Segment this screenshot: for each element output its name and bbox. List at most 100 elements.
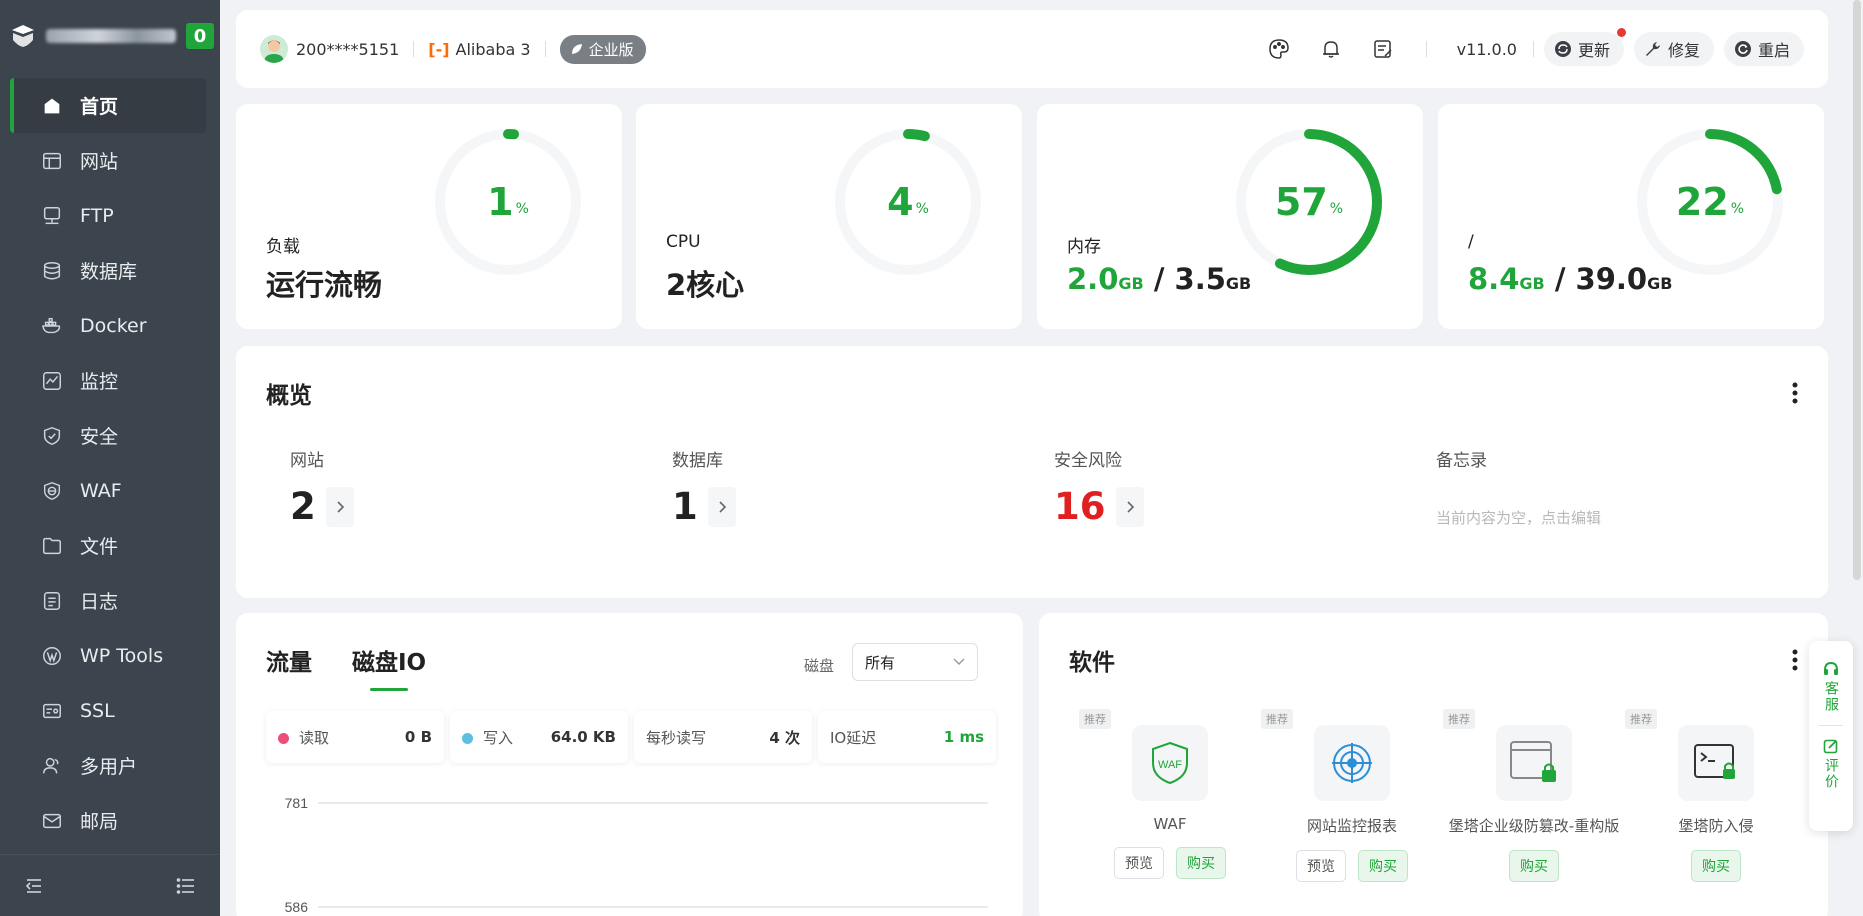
version-label[interactable]: v11.0.0 xyxy=(1457,40,1517,59)
bell-icon[interactable] xyxy=(1318,36,1344,62)
tab-disk-io[interactable]: 磁盘IO xyxy=(352,643,426,691)
memo-placeholder[interactable]: 当前内容为空，点击编辑 xyxy=(1436,507,1601,528)
page-scrollbar[interactable] xyxy=(1853,0,1861,580)
load-label: 负载 xyxy=(266,237,300,257)
cpu-card[interactable]: 4% CPU 2核心 xyxy=(636,104,1022,329)
divider xyxy=(1819,725,1843,726)
chevron-right-icon[interactable] xyxy=(1115,486,1144,527)
software-item-site-monitor[interactable]: 推荐 网站监控报表 预览 购买 xyxy=(1261,709,1443,882)
sidebar-item-security[interactable]: 安全 xyxy=(0,408,220,463)
chevron-right-icon[interactable] xyxy=(325,486,354,527)
divider xyxy=(413,41,415,57)
logo-icon xyxy=(12,25,34,47)
sidebar-item-wp-tools[interactable]: WP Tools xyxy=(0,628,220,683)
avatar[interactable] xyxy=(260,35,288,63)
overview-value: 2 xyxy=(290,485,354,528)
io-tabs: 流量 磁盘IO xyxy=(266,643,426,691)
edit-review-icon[interactable] xyxy=(1823,738,1839,754)
percent-unit: % xyxy=(1730,201,1745,217)
ftp-icon xyxy=(40,204,64,228)
sidebar-item-database[interactable]: 数据库 xyxy=(0,243,220,298)
percent-unit: % xyxy=(915,201,929,217)
cloud-provider[interactable]: Alibaba 3 xyxy=(456,40,531,59)
separator: / xyxy=(1153,262,1165,296)
sidebar-item-website[interactable]: 网站 xyxy=(0,133,220,188)
load-card[interactable]: 1% 负载 运行流畅 xyxy=(236,104,622,329)
chevron-right-icon[interactable] xyxy=(707,486,736,527)
sidebar-item-logs[interactable]: 日志 xyxy=(0,573,220,628)
percent-unit: % xyxy=(515,201,529,217)
io-panel: 流量 磁盘IO 磁盘 所有 读取 0 B 写入 64.0 KB 每秒读写 4 次… xyxy=(236,613,1023,916)
ssl-icon xyxy=(40,699,64,723)
sidebar-item-label: 首页 xyxy=(80,96,119,118)
sidebar-item-label: Docker xyxy=(80,314,147,337)
sidebar-item-mail[interactable]: 邮局 xyxy=(0,793,220,848)
overview-memo[interactable]: 备忘录 当前内容为空，点击编辑 xyxy=(1436,446,1601,528)
load-percent-value: 1 xyxy=(487,180,514,224)
more-options-icon[interactable] xyxy=(1792,382,1798,404)
repair-button[interactable]: 修复 xyxy=(1633,32,1714,66)
menu-list-icon[interactable] xyxy=(176,876,196,896)
buy-button[interactable]: 购买 xyxy=(1691,850,1741,882)
user-avatar-icon xyxy=(264,40,284,63)
software-name: WAF xyxy=(1153,815,1187,833)
size-unit: GB xyxy=(1118,274,1144,293)
io-read-stat: 读取 0 B xyxy=(266,711,444,763)
sidebar-item-label: 网站 xyxy=(80,151,119,173)
radar-icon[interactable] xyxy=(1314,725,1390,801)
sidebar-item-label: 多用户 xyxy=(80,756,138,778)
sidebar-item-multiuser[interactable]: 多用户 xyxy=(0,738,220,793)
more-options-icon[interactable] xyxy=(1792,649,1798,671)
divider xyxy=(1425,41,1427,57)
sidebar-item-waf[interactable]: WAF xyxy=(0,463,220,518)
overview-security-risk[interactable]: 安全风险 16 xyxy=(1054,446,1144,528)
memory-card[interactable]: 57% 内存 2.0GB / 3.5GB xyxy=(1037,104,1423,329)
notes-icon[interactable] xyxy=(1370,36,1396,62)
buy-button[interactable]: 购买 xyxy=(1509,850,1559,882)
sidebar-item-ssl[interactable]: SSL xyxy=(0,683,220,738)
write-label: 写入 xyxy=(483,728,514,747)
overview-websites[interactable]: 网站 2 xyxy=(290,446,354,528)
terminal-lock-icon[interactable] xyxy=(1678,725,1754,801)
message-count-badge[interactable]: 0 xyxy=(186,23,214,49)
cpu-percent: 4% xyxy=(832,126,984,278)
docker-icon xyxy=(40,314,64,338)
software-item-waf[interactable]: 推荐 WAF WAF 预览 购买 xyxy=(1079,709,1261,882)
software-item-tamper-proof[interactable]: 推荐 堡塔企业级防篡改-重构版 购买 xyxy=(1443,709,1625,882)
recommend-tag: 推荐 xyxy=(1079,709,1111,729)
collapse-sidebar-icon[interactable] xyxy=(24,876,44,896)
restart-button[interactable]: 重启 xyxy=(1723,32,1804,66)
buy-button[interactable]: 购买 xyxy=(1176,847,1226,879)
wordpress-icon xyxy=(40,644,64,668)
sidebar-item-label: WAF xyxy=(80,479,122,502)
software-name: 网站监控报表 xyxy=(1306,817,1397,835)
headset-icon[interactable] xyxy=(1823,661,1839,677)
update-button[interactable]: 更新 xyxy=(1543,28,1626,66)
sidebar-item-ftp[interactable]: FTP xyxy=(0,188,220,243)
preview-button[interactable]: 预览 xyxy=(1114,847,1164,879)
tamper-lock-icon[interactable] xyxy=(1496,725,1572,801)
disk-card[interactable]: 22% / 8.4GB / 39.0GB xyxy=(1438,104,1824,329)
user-account[interactable]: 200****5151 xyxy=(296,40,399,59)
sidebar-item-docker[interactable]: Docker xyxy=(0,298,220,353)
waf-shield-icon[interactable]: WAF xyxy=(1132,725,1208,801)
software-item-intrusion-prevention[interactable]: 推荐 堡塔防入侵 购买 xyxy=(1625,709,1807,882)
tab-traffic[interactable]: 流量 xyxy=(266,643,312,691)
percent-unit: % xyxy=(1329,201,1344,217)
sidebar-item-files[interactable]: 文件 xyxy=(0,518,220,573)
sidebar-item-monitor[interactable]: 监控 xyxy=(0,353,220,408)
sidebar-item-label: 数据库 xyxy=(80,261,138,283)
svg-text:WAF: WAF xyxy=(1158,759,1182,771)
disk-select-value: 所有 xyxy=(865,653,896,672)
sidebar-item-home[interactable]: 首页 xyxy=(10,78,206,133)
buy-button[interactable]: 购买 xyxy=(1358,850,1408,882)
latency-label: IO延迟 xyxy=(830,728,877,747)
update-notification-dot xyxy=(1616,28,1626,37)
theme-palette-icon[interactable] xyxy=(1266,36,1292,62)
review-link[interactable]: 评价 xyxy=(1821,758,1841,790)
edition-badge[interactable]: 企业版 xyxy=(559,34,646,64)
overview-databases[interactable]: 数据库 1 xyxy=(672,446,736,528)
preview-button[interactable]: 预览 xyxy=(1296,850,1346,882)
customer-service-link[interactable]: 客服 xyxy=(1821,681,1841,713)
disk-select[interactable]: 所有 xyxy=(852,643,978,681)
